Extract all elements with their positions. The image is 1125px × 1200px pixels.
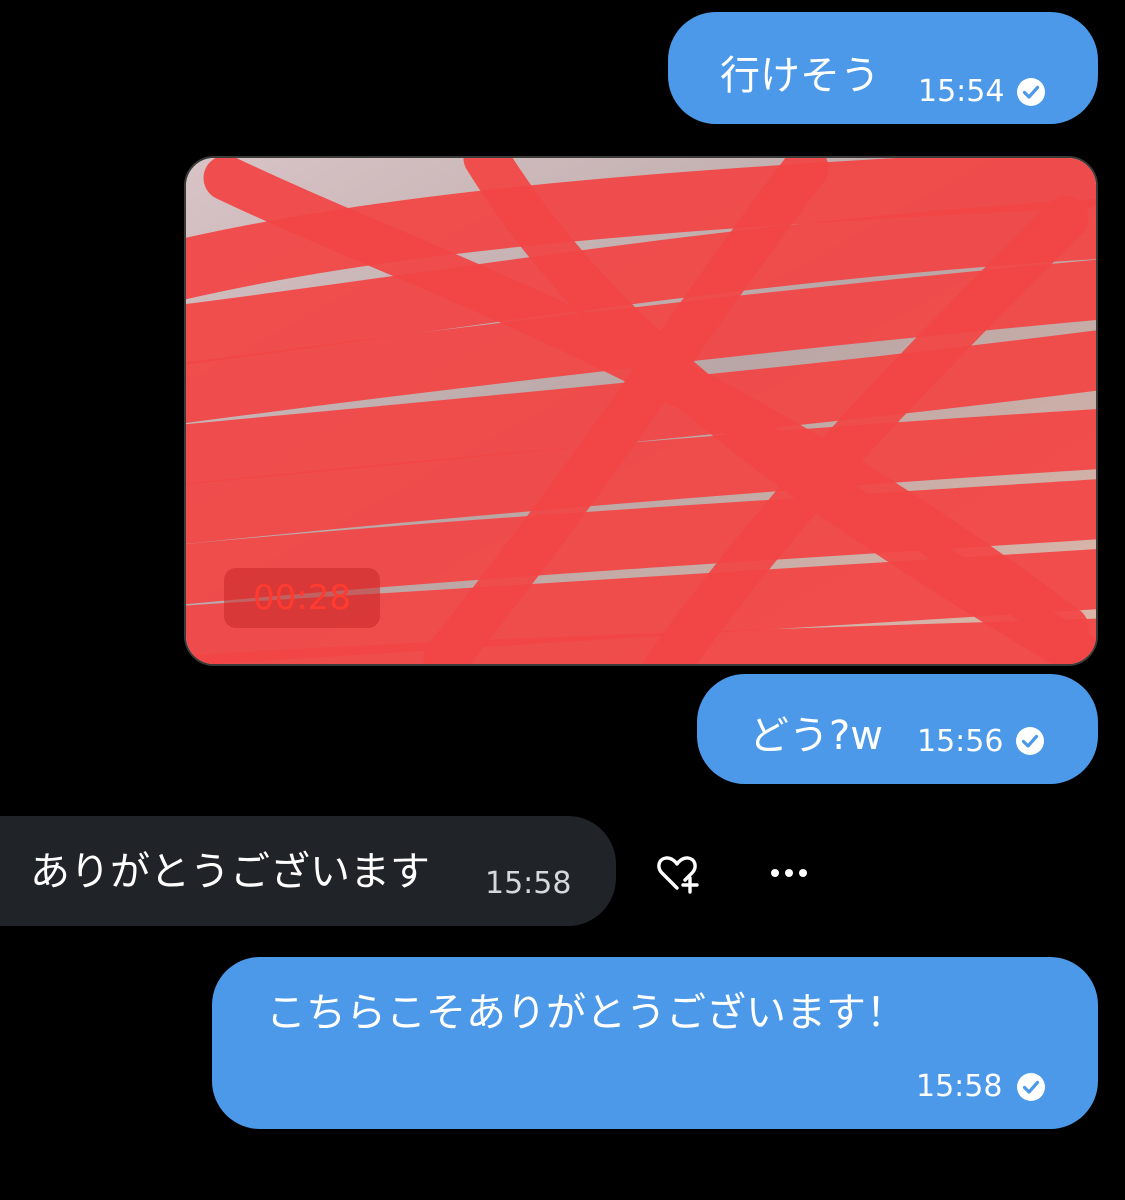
- message-text: どう?w: [749, 713, 883, 759]
- read-check-icon: [1015, 726, 1045, 756]
- more-horizontal-icon[interactable]: [764, 848, 814, 898]
- read-check-icon: [1016, 1072, 1046, 1102]
- message-text: ありがとうございます: [30, 849, 430, 895]
- outgoing-message-bubble[interactable]: こちらこそありがとうございます！ 15:58: [212, 957, 1098, 1129]
- incoming-message-bubble[interactable]: ありがとうございます 15:58: [0, 816, 616, 926]
- message-text: 行けそう: [720, 53, 880, 99]
- outgoing-message-bubble[interactable]: 行けそう 15:54: [668, 12, 1098, 124]
- message-text: こちらこそありがとうございます！: [266, 990, 906, 1036]
- message-timestamp: 15:54: [918, 74, 1005, 109]
- message-timestamp: 15:58: [485, 866, 572, 901]
- read-check-icon: [1016, 77, 1046, 107]
- heart-plus-icon[interactable]: [652, 848, 702, 898]
- outgoing-message-bubble[interactable]: どう?w 15:56: [697, 674, 1098, 784]
- video-attachment[interactable]: 00:28: [184, 156, 1098, 666]
- message-timestamp: 15:56: [917, 724, 1004, 759]
- message-timestamp: 15:58: [916, 1069, 1003, 1104]
- video-duration-label: 00:28: [224, 568, 380, 628]
